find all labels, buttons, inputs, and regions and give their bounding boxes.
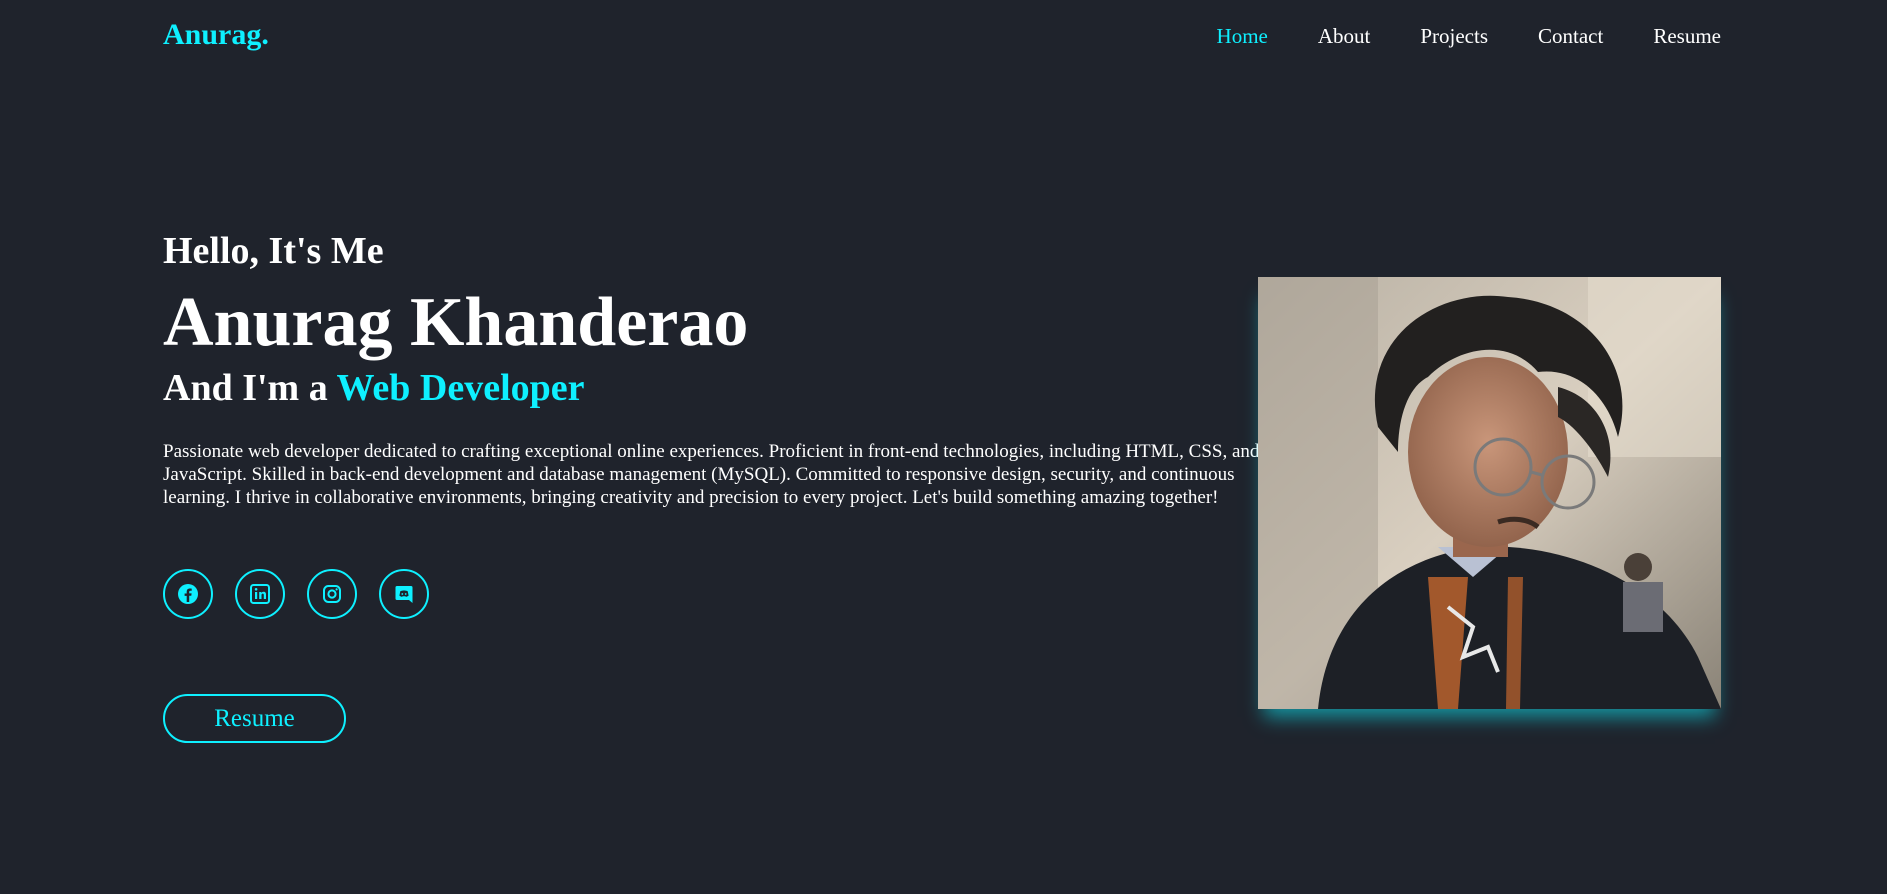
- page: Anurag. Home About Projects Contact Resu…: [0, 0, 1887, 894]
- facebook-icon: [178, 584, 198, 604]
- role-prefix: And I'm a: [163, 367, 337, 409]
- instagram-link[interactable]: [307, 569, 357, 619]
- name-heading: Anurag Khanderao: [163, 284, 749, 361]
- discord-icon: [395, 586, 413, 603]
- social-links: [163, 569, 429, 619]
- role-highlight: Web Developer: [336, 367, 585, 409]
- nav-link-about[interactable]: About: [1318, 24, 1371, 49]
- nav-link-home[interactable]: Home: [1217, 24, 1268, 49]
- nav-link-resume[interactable]: Resume: [1653, 24, 1721, 49]
- facebook-link[interactable]: [163, 569, 213, 619]
- profile-photo-image: [1258, 277, 1721, 709]
- main-nav: Home About Projects Contact Resume: [1167, 24, 1721, 49]
- role-heading: And I'm a Web Developer: [163, 366, 585, 410]
- linkedin-link[interactable]: [235, 569, 285, 619]
- instagram-icon: [323, 585, 341, 603]
- greeting-heading: Hello, It's Me: [163, 230, 384, 272]
- nav-link-projects[interactable]: Projects: [1420, 24, 1488, 49]
- resume-button[interactable]: Resume: [163, 694, 346, 743]
- linkedin-icon: [250, 584, 270, 604]
- nav-link-contact[interactable]: Contact: [1538, 24, 1603, 49]
- discord-link[interactable]: [379, 569, 429, 619]
- bio-paragraph: Passionate web developer dedicated to cr…: [163, 441, 1260, 508]
- site-logo[interactable]: Anurag.: [163, 18, 269, 52]
- profile-photo: [1258, 277, 1721, 709]
